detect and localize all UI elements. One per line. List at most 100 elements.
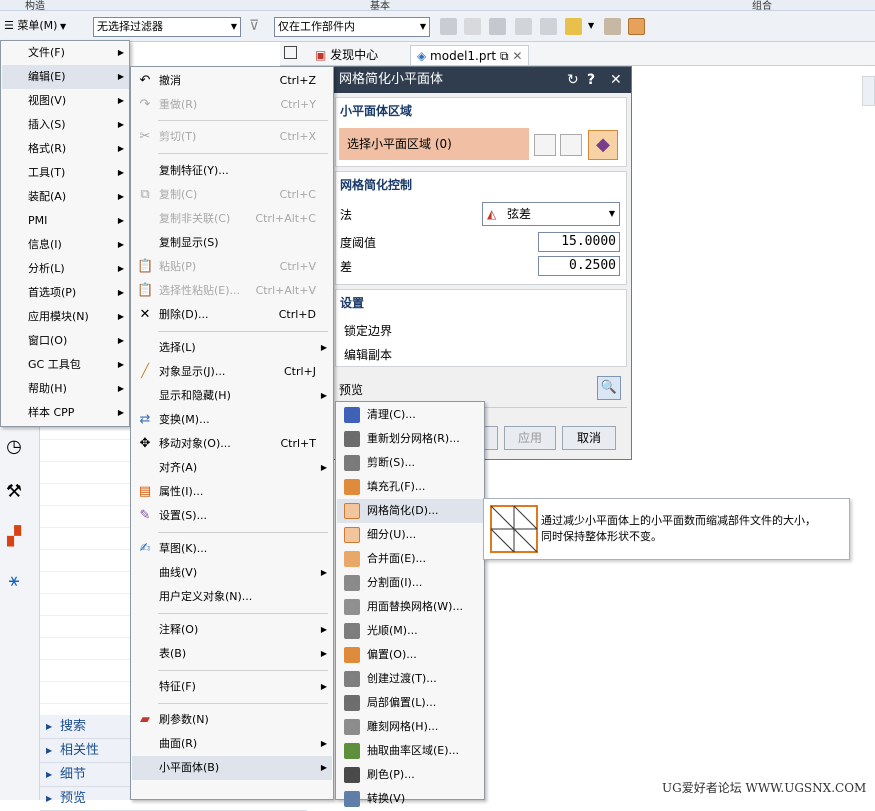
- menu-item-create-blend[interactable]: 创建过渡(T)...: [337, 667, 483, 691]
- menu-item-remesh[interactable]: 重新划分网格(R)...: [337, 427, 483, 451]
- settings-group-title[interactable]: 设置: [340, 294, 364, 311]
- menu-item-cleanup[interactable]: 清理(C)...: [337, 403, 483, 427]
- assembly-icon[interactable]: [628, 18, 645, 35]
- menu-item-convert[interactable]: 转换(V): [337, 787, 483, 811]
- menu-item-extract-curvature-region[interactable]: 抽取曲率区域(E)...: [337, 739, 483, 763]
- menu-item-applications[interactable]: 应用模块(N) ▶: [2, 305, 129, 329]
- tab-model1[interactable]: ◈ model1.prt ⧉ ✕: [410, 45, 530, 65]
- menu-item-sculpt-mesh[interactable]: 雕刻网格(H)...: [337, 715, 483, 739]
- cancel-button[interactable]: 取消: [562, 426, 616, 450]
- menu-item-sketch[interactable]: ✍ 草图(K)...: [132, 537, 332, 561]
- close-icon[interactable]: ✕: [610, 67, 622, 93]
- help-icon[interactable]: ?: [587, 67, 595, 93]
- menu-item-merge-face[interactable]: 合并面(E)...: [337, 547, 483, 571]
- threshold-input[interactable]: 15.0000: [538, 232, 620, 252]
- menu-item-curve[interactable]: 曲线(V) ▶: [132, 561, 332, 585]
- role-icon[interactable]: ⚹: [2, 569, 26, 593]
- preview-label[interactable]: 预览: [339, 381, 363, 398]
- menu-item-annotation[interactable]: 注释(O) ▶: [132, 618, 332, 642]
- menu-item-select[interactable]: 选择(L) ▶: [132, 336, 332, 360]
- menu-item-split-face[interactable]: 分割面(I)...: [337, 571, 483, 595]
- menu-item-cut[interactable]: ✂ 剪切(T) Ctrl+X: [132, 125, 332, 149]
- remove-selection-icon[interactable]: [534, 134, 556, 156]
- menu-item-file[interactable]: 文件(F) ▶: [2, 41, 129, 65]
- lock-boundary-checkbox[interactable]: 锁定边界: [344, 322, 392, 339]
- point-snap-icon[interactable]: [515, 18, 532, 35]
- apply-button[interactable]: 应用: [504, 426, 556, 450]
- menu-item-subdivide[interactable]: 细分(U)...: [337, 523, 483, 547]
- menu-item-tools[interactable]: 工具(T) ▶: [2, 161, 129, 185]
- menu-item-copy-feature[interactable]: 复制特征(Y)...: [132, 159, 332, 183]
- menu-item-properties[interactable]: ▤ 属性(I)...: [132, 480, 332, 504]
- menu-item-user-defined-object[interactable]: 用户定义对象(N)...: [132, 585, 332, 609]
- menu-item-object-display[interactable]: ╱ 对象显示(J)... Ctrl+J: [132, 360, 332, 384]
- menu-item-paste-special[interactable]: 📋 选择性粘贴(E)... Ctrl+Alt+V: [132, 279, 332, 303]
- history-clock-icon[interactable]: ◷: [2, 435, 26, 459]
- menu-item-move-object[interactable]: ✥ 移动对象(O)... Ctrl+T: [132, 432, 332, 456]
- menu-item-brush-parameters[interactable]: ▰ 刷参数(N): [132, 708, 332, 732]
- menu-item-redo[interactable]: ↷ 重做(R) Ctrl+Y: [132, 93, 332, 117]
- menu-item-pmi[interactable]: PMI ▶: [2, 209, 129, 233]
- edit-copy-checkbox[interactable]: 编辑副本: [344, 346, 392, 363]
- menu-button[interactable]: ☰ 菜单(M) ▼: [4, 15, 66, 37]
- selection-scope-dropdown[interactable]: 仅在工作部件内 ▼: [274, 17, 430, 37]
- control-group-title[interactable]: 网格简化控制: [340, 176, 412, 193]
- tools-icon[interactable]: ⚒: [2, 480, 26, 504]
- menu-item-local-offset[interactable]: 局部偏置(L)...: [337, 691, 483, 715]
- highlight-icon[interactable]: [565, 18, 582, 35]
- menu-item-align[interactable]: 对齐(A) ▶: [132, 456, 332, 480]
- menu-item-smooth[interactable]: 光顺(M)...: [337, 619, 483, 643]
- filter-icon[interactable]: ⊽: [249, 18, 267, 36]
- menu-item-table[interactable]: 表(B) ▶: [132, 642, 332, 666]
- menu-item-delete[interactable]: ✕ 删除(D)... Ctrl+D: [132, 303, 332, 327]
- add-selection-icon[interactable]: [560, 134, 582, 156]
- menu-item-fill-hole[interactable]: 填充孔(F)...: [337, 475, 483, 499]
- menu-item-assembly[interactable]: 装配(A) ▶: [2, 185, 129, 209]
- reset-icon[interactable]: ↻: [567, 67, 579, 93]
- menu-item-view[interactable]: 视图(V) ▶: [2, 89, 129, 113]
- close-icon[interactable]: ✕: [509, 49, 522, 63]
- menu-item-analysis[interactable]: 分析(L) ▶: [2, 257, 129, 281]
- menu-item-preferences[interactable]: 首选项(P) ▶: [2, 281, 129, 305]
- body-snap-icon[interactable]: [540, 18, 557, 35]
- region-group-title[interactable]: 小平面体区域: [340, 102, 412, 119]
- menu-item-copy[interactable]: ⧉ 复制(C) Ctrl+C: [132, 183, 332, 207]
- menu-item-feature[interactable]: 特征(F) ▶: [132, 675, 332, 699]
- menu-item-format[interactable]: 格式(R) ▶: [2, 137, 129, 161]
- menu-item-paste[interactable]: 📋 粘贴(P) Ctrl+V: [132, 255, 332, 279]
- preview-search-icon[interactable]: 🔍: [597, 376, 621, 400]
- select-feature-icon[interactable]: [440, 18, 457, 35]
- method-dropdown[interactable]: ◭ 弦差 ▼: [482, 202, 620, 226]
- menu-item-gc-toolkit[interactable]: GC 工具包 ▶: [2, 353, 129, 377]
- tolerance-input[interactable]: 0.2500: [538, 256, 620, 276]
- menu-item-edit[interactable]: 编辑(E) ▶: [2, 65, 129, 89]
- menu-item-copy-display[interactable]: 复制显示(S): [132, 231, 332, 255]
- analysis-color-icon[interactable]: ▞: [2, 525, 26, 549]
- popout-icon[interactable]: ⧉: [496, 49, 509, 63]
- menu-item-decimate[interactable]: 网格简化(D)...: [337, 499, 483, 523]
- menu-item-settings[interactable]: ✎ 设置(S)...: [132, 504, 332, 528]
- menu-item-window[interactable]: 窗口(O) ▶: [2, 329, 129, 353]
- selection-filter-dropdown[interactable]: 无选择过滤器 ▼: [93, 17, 241, 37]
- view-cube-icon[interactable]: [604, 18, 621, 35]
- menu-item-facet-body[interactable]: 小平面体(B) ▶: [132, 756, 332, 780]
- menu-item-show-hide[interactable]: 显示和隐藏(H) ▶: [132, 384, 332, 408]
- select-region-row[interactable]: 选择小平面区域 (0): [339, 128, 529, 160]
- restore-window-icon[interactable]: [284, 46, 297, 59]
- menu-item-undo[interactable]: ↶ 撤消 Ctrl+Z: [132, 69, 332, 93]
- menu-item-transform[interactable]: ⇄ 变换(M)...: [132, 408, 332, 432]
- chevron-down-icon[interactable]: ▼: [588, 21, 594, 30]
- snap-icon[interactable]: [464, 18, 481, 35]
- facet-region-icon[interactable]: ◆: [588, 130, 618, 160]
- menu-item-help[interactable]: 帮助(H) ▶: [2, 377, 129, 401]
- menu-item-offset[interactable]: 偏置(O)...: [337, 643, 483, 667]
- menu-item-snip[interactable]: 剪断(S)...: [337, 451, 483, 475]
- menu-item-paint[interactable]: 刷色(P)...: [337, 763, 483, 787]
- tab-discovery-center[interactable]: ▣ 发现中心: [315, 45, 378, 65]
- menu-item-insert[interactable]: 插入(S) ▶: [2, 113, 129, 137]
- menu-item-surface[interactable]: 曲面(R) ▶: [132, 732, 332, 756]
- menu-item-sample-cpp[interactable]: 样本 CPP ▶: [2, 401, 129, 425]
- menu-item-info[interactable]: 信息(I) ▶: [2, 233, 129, 257]
- move-handle-icon[interactable]: [489, 18, 506, 35]
- menu-item-copy-unassociative[interactable]: 复制非关联(C) Ctrl+Alt+C: [132, 207, 332, 231]
